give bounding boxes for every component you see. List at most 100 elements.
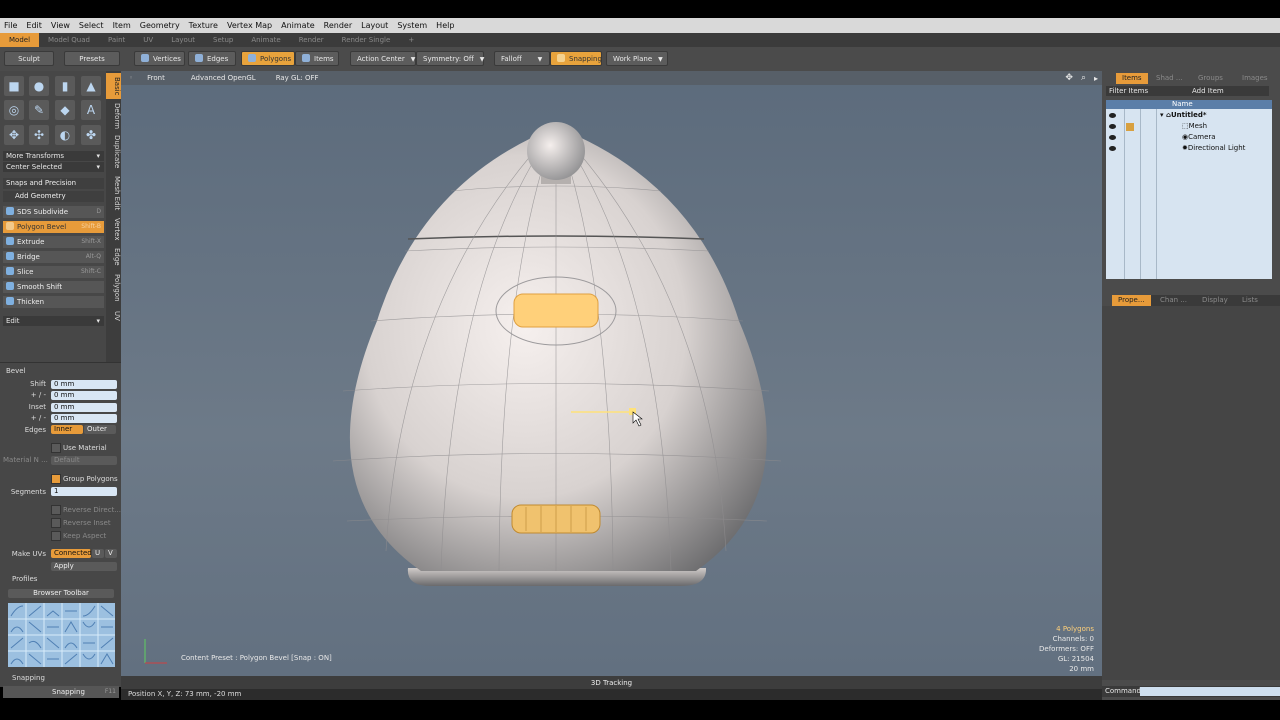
- snapping-button[interactable]: Snapping: [550, 51, 602, 66]
- group-polygons-checkbox[interactable]: [51, 474, 61, 484]
- tab-render-single[interactable]: Render Single: [333, 33, 400, 47]
- pen-icon[interactable]: ✎: [29, 100, 49, 120]
- vtab-vertex[interactable]: Vertex: [106, 215, 121, 243]
- vertices-button[interactable]: Vertices: [134, 51, 185, 66]
- menu-render[interactable]: Render: [320, 21, 357, 30]
- cone-icon[interactable]: ▲: [81, 76, 101, 96]
- viewport-expand-icon[interactable]: ▸: [1094, 74, 1098, 83]
- tab-channels[interactable]: Chan ...: [1154, 295, 1193, 306]
- vtab-uv[interactable]: UV: [106, 308, 121, 324]
- falloff-dropdown[interactable]: Falloff ▼: [494, 51, 550, 66]
- ray-gl-toggle[interactable]: Ray GL: OFF: [276, 74, 319, 82]
- tab-render[interactable]: Render: [290, 33, 333, 47]
- make-uvs-connected[interactable]: Connected: [51, 549, 92, 558]
- tab-properties[interactable]: Prope...: [1112, 295, 1151, 306]
- teapot-mesh[interactable]: [121, 71, 1102, 676]
- lock-icon[interactable]: [1126, 123, 1134, 131]
- tab-groups[interactable]: Groups: [1192, 73, 1229, 84]
- tool-smooth-shift[interactable]: Smooth Shift: [3, 281, 104, 293]
- menu-layout[interactable]: Layout: [357, 21, 393, 30]
- browser-toolbar-button[interactable]: Browser Toolbar: [8, 589, 114, 598]
- snaps-precision-header[interactable]: Snaps and Precision: [3, 178, 104, 189]
- tab-animate[interactable]: Animate: [242, 33, 289, 47]
- tool-polygon-bevel[interactable]: Polygon Bevel Shift-B: [3, 221, 104, 233]
- snapping-section-header[interactable]: Snapping: [12, 674, 45, 682]
- view-selector[interactable]: Front: [147, 74, 165, 82]
- add-item-dropdown[interactable]: Add Item: [1189, 86, 1269, 96]
- visibility-eye-icon[interactable]: [1109, 124, 1116, 129]
- profile-presets-grid[interactable]: [8, 603, 115, 667]
- make-uvs-v[interactable]: V: [105, 549, 117, 558]
- menu-texture[interactable]: Texture: [185, 21, 223, 30]
- menu-select[interactable]: Select: [75, 21, 109, 30]
- transform-icon[interactable]: ✤: [81, 125, 101, 145]
- edges-outer-toggle[interactable]: Outer: [84, 425, 116, 434]
- vtab-basic[interactable]: Basic: [106, 73, 121, 99]
- render-mode-selector[interactable]: Advanced OpenGL: [191, 74, 256, 82]
- menu-view[interactable]: View: [47, 21, 75, 30]
- vtab-duplicate[interactable]: Duplicate: [106, 133, 121, 171]
- more-transforms-dropdown[interactable]: More Transforms: [3, 151, 104, 161]
- tab-images[interactable]: Images: [1236, 73, 1274, 84]
- use-material-checkbox[interactable]: [51, 443, 61, 453]
- segments-field[interactable]: 1: [51, 487, 117, 496]
- tool-sds-subdivide[interactable]: SDS Subdivide D: [3, 206, 104, 218]
- menu-system[interactable]: System: [393, 21, 432, 30]
- tool-slice[interactable]: Slice Shift-C: [3, 266, 104, 278]
- viewport-options-icon[interactable]: ◦: [129, 74, 133, 82]
- tab-paint[interactable]: Paint: [99, 33, 134, 47]
- material-select[interactable]: Default: [51, 456, 117, 465]
- tab-add[interactable]: +: [399, 33, 423, 47]
- edges-inner-toggle[interactable]: Inner: [51, 425, 83, 434]
- apply-button[interactable]: Apply: [51, 562, 117, 571]
- menu-geometry[interactable]: Geometry: [136, 21, 185, 30]
- tree-item-scene[interactable]: ▾ ⌂Untitled*: [1160, 111, 1207, 119]
- 3d-viewport[interactable]: Content Preset : Polygon Bevel [Snap : O…: [121, 71, 1102, 676]
- sculpt-button[interactable]: Sculpt: [4, 51, 54, 66]
- vtab-mesh-edit[interactable]: Mesh Edit: [106, 174, 121, 212]
- tool-extrude[interactable]: Extrude Shift-X: [3, 236, 104, 248]
- vtab-polygon[interactable]: Polygon: [106, 271, 121, 305]
- visibility-eye-icon[interactable]: [1109, 113, 1116, 118]
- center-selected-dropdown[interactable]: Center Selected: [3, 162, 104, 172]
- action-center-dropdown[interactable]: Action Center ▼: [350, 51, 416, 66]
- visibility-eye-icon[interactable]: [1109, 146, 1116, 151]
- tab-model-quad[interactable]: Model Quad: [39, 33, 99, 47]
- profiles-header[interactable]: Profiles: [12, 575, 37, 583]
- visibility-eye-icon[interactable]: [1109, 135, 1116, 140]
- item-list[interactable]: ▾ ⌂Untitled* ⬚Mesh ◉Camera ✹Directional …: [1106, 109, 1272, 279]
- plane-icon[interactable]: ◆: [55, 100, 75, 120]
- tab-shader[interactable]: Shad ...: [1150, 73, 1189, 84]
- tab-layout[interactable]: Layout: [162, 33, 204, 47]
- move-icon[interactable]: ✥: [4, 125, 24, 145]
- keep-aspect-checkbox[interactable]: [51, 531, 61, 541]
- tab-setup[interactable]: Setup: [204, 33, 242, 47]
- torus-icon[interactable]: ◎: [4, 100, 24, 120]
- inset-field[interactable]: 0 mm: [51, 403, 117, 412]
- pan-icon[interactable]: ✥: [1065, 73, 1073, 83]
- menu-vertex-map[interactable]: Vertex Map: [223, 21, 277, 30]
- reverse-inset-checkbox[interactable]: [51, 518, 61, 528]
- tab-model[interactable]: Model: [0, 33, 40, 47]
- sphere-icon[interactable]: ●: [29, 76, 49, 96]
- tree-item-light[interactable]: ✹Directional Light: [1182, 144, 1245, 152]
- tool-bridge[interactable]: Bridge Alt-Q: [3, 251, 104, 263]
- reverse-direction-checkbox[interactable]: [51, 505, 61, 515]
- filter-items-dropdown[interactable]: Filter Items: [1106, 86, 1192, 96]
- items-button[interactable]: Items: [295, 51, 339, 66]
- tree-item-mesh[interactable]: ⬚Mesh: [1182, 122, 1207, 130]
- presets-button[interactable]: Presets: [64, 51, 120, 66]
- edges-button[interactable]: Edges: [188, 51, 236, 66]
- work-plane-dropdown[interactable]: Work Plane ▼: [606, 51, 668, 66]
- polygons-button[interactable]: Polygons: [241, 51, 295, 66]
- shift-field[interactable]: 0 mm: [51, 380, 117, 389]
- menu-animate[interactable]: Animate: [277, 21, 320, 30]
- scale-icon[interactable]: ◐: [55, 125, 75, 145]
- inset-range-field[interactable]: 0 mm: [51, 414, 117, 423]
- symmetry-dropdown[interactable]: Symmetry: Off ▼: [416, 51, 484, 66]
- tab-lists[interactable]: Lists: [1236, 295, 1264, 306]
- menu-help[interactable]: Help: [432, 21, 459, 30]
- tree-item-camera[interactable]: ◉Camera: [1182, 133, 1216, 141]
- cube-icon[interactable]: ■: [4, 76, 24, 96]
- make-uvs-u[interactable]: U: [92, 549, 104, 558]
